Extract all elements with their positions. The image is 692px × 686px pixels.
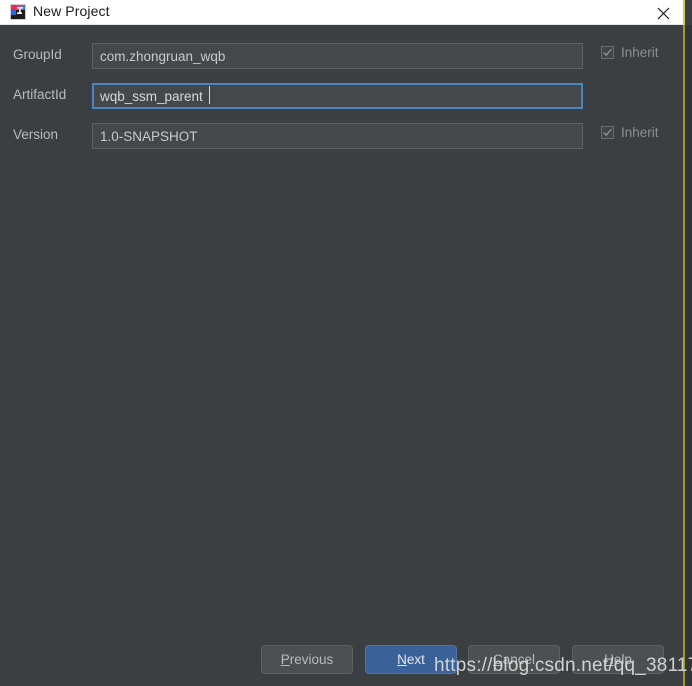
previous-button[interactable]: Previous	[261, 645, 353, 674]
version-input[interactable]	[92, 123, 583, 149]
close-icon[interactable]	[648, 0, 678, 25]
right-edge-top	[685, 0, 692, 25]
groupid-input[interactable]	[92, 43, 583, 69]
previous-mnemonic: P	[280, 652, 290, 667]
new-project-dialog: New Project GroupId Inherit	[0, 0, 692, 686]
right-edge-strip	[685, 25, 692, 686]
next-label: ext	[406, 652, 425, 667]
version-label: Version	[13, 127, 59, 142]
title-bar: New Project	[0, 0, 692, 25]
text-cursor	[209, 86, 210, 104]
artifactid-label: ArtifactId	[13, 87, 67, 102]
next-mnemonic: N	[397, 652, 407, 667]
groupid-label: GroupId	[13, 47, 62, 62]
intellij-idea-icon	[10, 4, 26, 20]
version-inherit-label: Inherit	[621, 125, 659, 140]
watermark-text: https://blog.csdn.net/qq_38117370	[434, 655, 692, 676]
checkmark-icon	[601, 46, 614, 59]
form-row-groupid: GroupId Inherit	[0, 43, 683, 69]
version-inherit-checkbox[interactable]: Inherit	[601, 125, 659, 140]
groupid-inherit-label: Inherit	[621, 45, 659, 60]
form-row-version: Version Inherit	[0, 123, 683, 149]
artifactid-input[interactable]	[92, 83, 583, 109]
groupid-inherit-checkbox[interactable]: Inherit	[601, 45, 659, 60]
previous-label: revious	[289, 652, 334, 667]
window-title: New Project	[33, 3, 110, 19]
project-coordinates-form: GroupId Inherit ArtifactId Version	[0, 25, 683, 686]
form-row-artifactid: ArtifactId	[0, 83, 683, 109]
checkmark-icon	[601, 126, 614, 139]
